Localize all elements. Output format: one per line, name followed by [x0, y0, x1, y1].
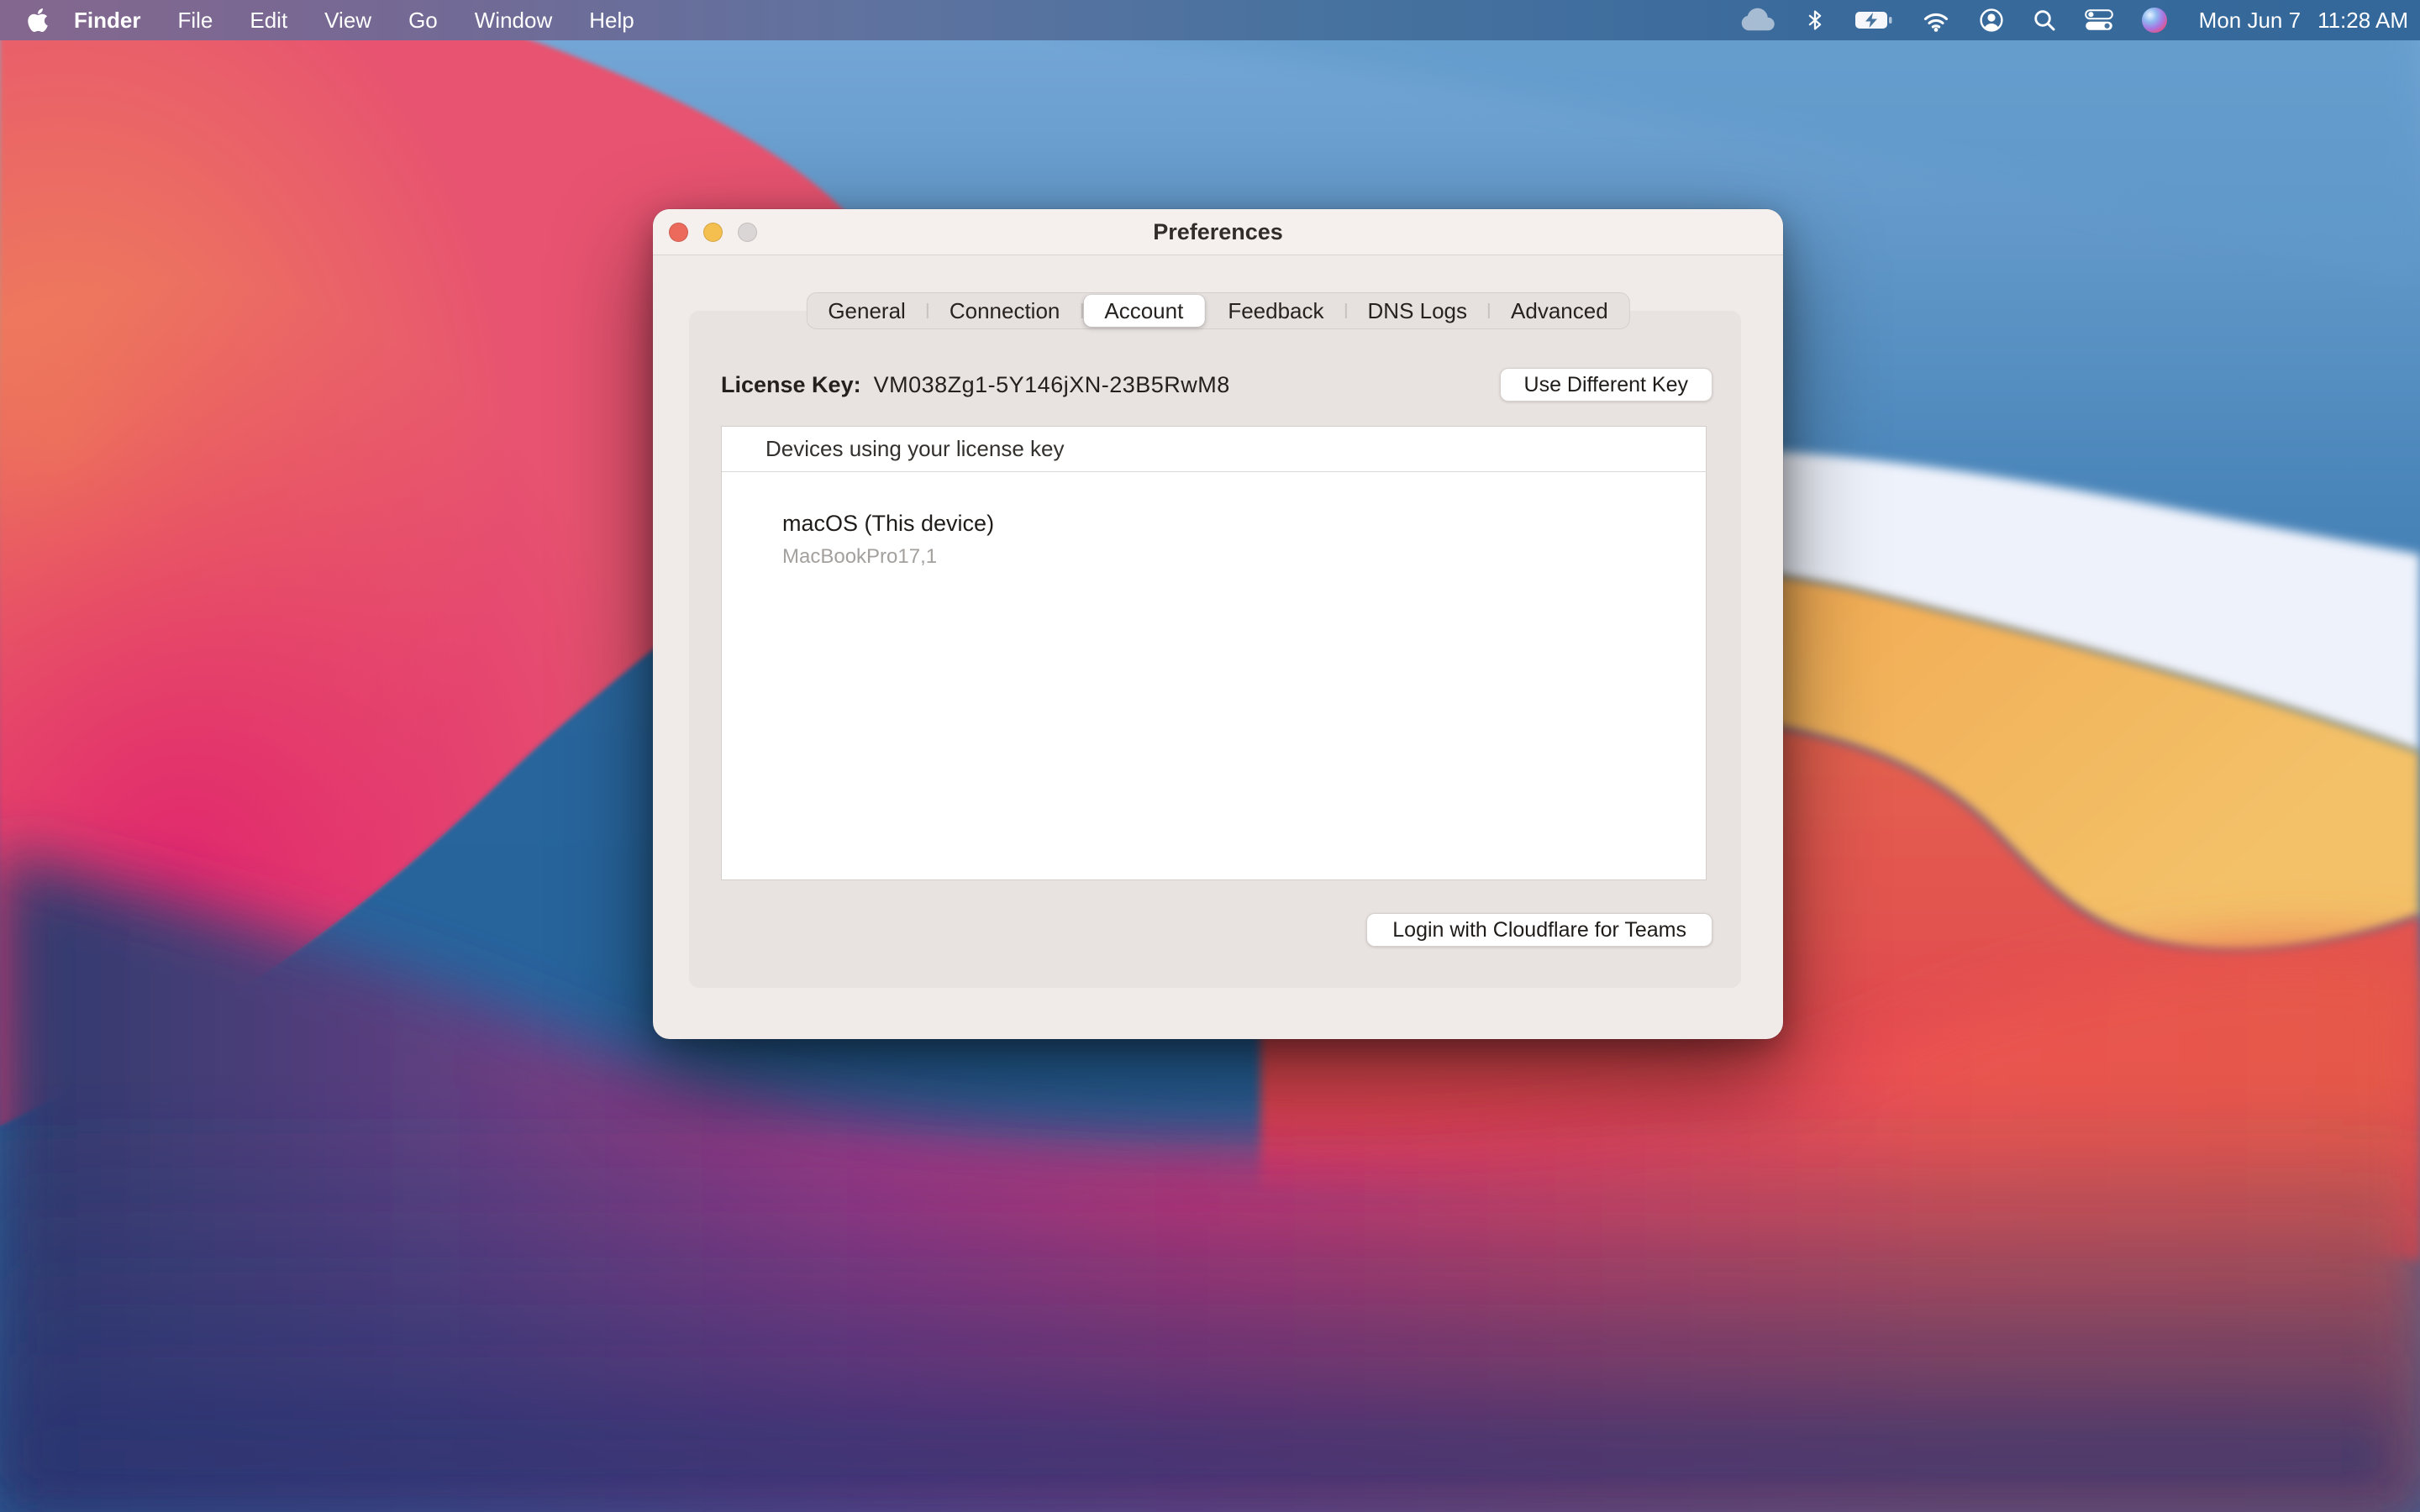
spotlight-search-icon[interactable] [2033, 8, 2056, 32]
apple-logo-icon [27, 7, 49, 34]
control-center-icon[interactable] [2085, 9, 2113, 31]
user-account-icon[interactable] [1979, 8, 2004, 33]
tab-feedback[interactable]: Feedback [1207, 293, 1344, 328]
menu-go[interactable]: Go [390, 0, 456, 40]
preferences-window: Preferences General Connection Account F… [653, 209, 1783, 1039]
cloudflare-menu-icon[interactable] [1740, 8, 1776, 33]
menu-bar-clock[interactable]: Mon Jun 7 11:28 AM [2196, 8, 2408, 34]
tab-connection[interactable]: Connection [929, 293, 1081, 328]
menu-bar-time: 11:28 AM [2317, 8, 2408, 34]
license-key-value: VM038Zg1-5Y146jXN-23B5RwM8 [874, 372, 1230, 398]
device-name: macOS (This device) [782, 511, 1706, 537]
close-button[interactable] [669, 223, 688, 242]
menu-edit[interactable]: Edit [231, 0, 306, 40]
traffic-lights [669, 223, 757, 242]
device-model: MacBookPro17,1 [782, 545, 1706, 569]
status-icons: Mon Jun 7 11:28 AM [1740, 7, 2408, 34]
menu-bar: Finder File Edit View Go Window Help [0, 0, 2420, 40]
tab-advanced[interactable]: Advanced [1490, 293, 1629, 328]
menu-view[interactable]: View [306, 0, 390, 40]
tab-general[interactable]: General [807, 293, 927, 328]
wifi-icon[interactable] [1922, 8, 1950, 32]
menu-bar-date: Mon Jun 7 [2199, 8, 2301, 34]
devices-list-header: Devices using your license key [722, 427, 1706, 472]
license-key-label: License Key: [721, 372, 861, 398]
minimize-button[interactable] [703, 223, 723, 242]
window-title: Preferences [653, 209, 1783, 255]
login-row: Login with Cloudflare for Teams [1366, 913, 1712, 947]
menu-help[interactable]: Help [571, 0, 652, 40]
license-key-row: License Key: VM038Zg1-5Y146jXN-23B5RwM8 … [721, 368, 1712, 402]
menu-bar-left: Finder File Edit View Go Window Help [22, 0, 653, 40]
devices-list-box: Devices using your license key macOS (Th… [721, 426, 1707, 880]
window-titlebar[interactable]: Preferences [653, 209, 1783, 255]
device-list-item[interactable]: macOS (This device) MacBookPro17,1 [722, 472, 1706, 569]
zoom-button-disabled [738, 223, 757, 242]
cloud-icon [1740, 8, 1776, 33]
tab-account-selected[interactable]: Account [1083, 295, 1204, 327]
menu-window[interactable]: Window [456, 0, 571, 40]
menu-file[interactable]: File [159, 0, 231, 40]
tab-dns-logs[interactable]: DNS Logs [1347, 293, 1489, 328]
login-with-teams-button[interactable]: Login with Cloudflare for Teams [1366, 913, 1712, 947]
tab-separator [1081, 303, 1082, 318]
apple-menu-icon[interactable] [22, 7, 55, 34]
preferences-tab-bar: General Connection Account Feedback DNS … [806, 292, 1629, 329]
menu-active-app[interactable]: Finder [55, 0, 159, 40]
use-different-key-button[interactable]: Use Different Key [1500, 368, 1712, 402]
bluetooth-icon[interactable] [1804, 7, 1826, 34]
siri-icon[interactable] [2142, 8, 2167, 33]
battery-icon[interactable] [1854, 10, 1893, 30]
